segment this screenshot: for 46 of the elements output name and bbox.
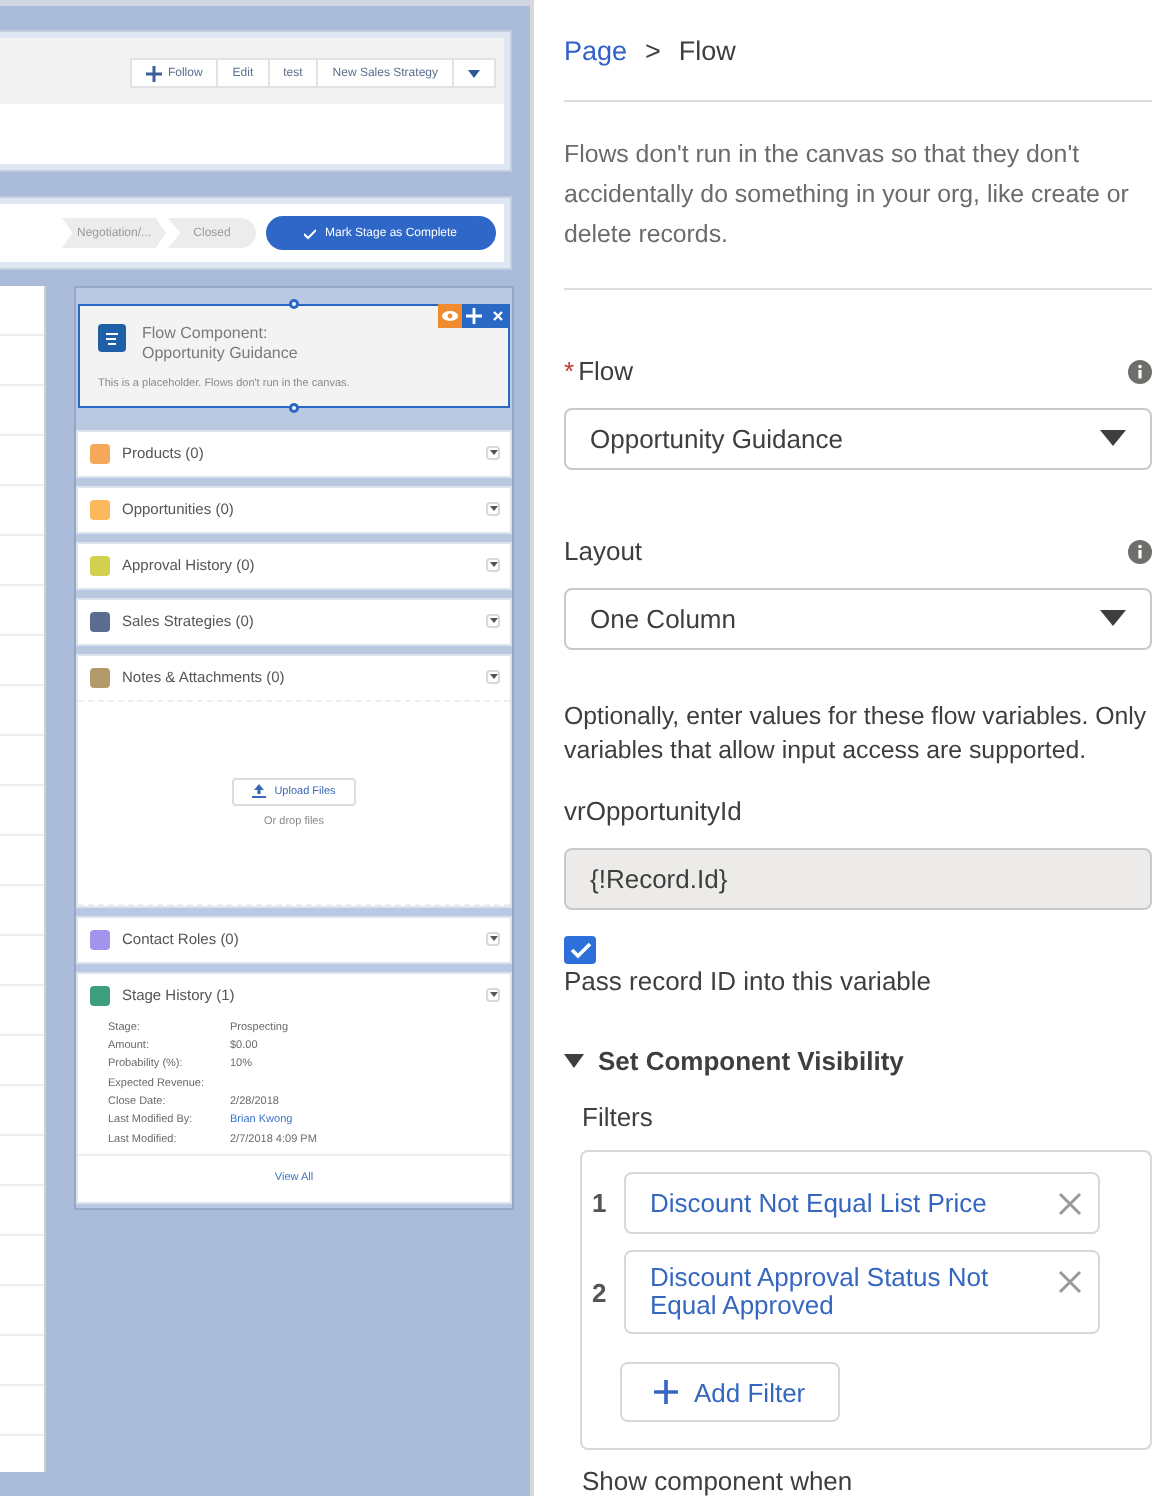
- check-icon: [304, 227, 317, 239]
- remove-icon[interactable]: [1058, 1270, 1082, 1294]
- resize-handle-icon[interactable]: [288, 298, 300, 310]
- hint-text: Optionally, enter values for these flow variables. Only variables that allow input access are supported.: [564, 699, 1149, 768]
- resize-handle-icon[interactable]: [288, 401, 300, 414]
- move-icon[interactable]: [462, 304, 486, 328]
- caret-icon: [564, 1053, 584, 1068]
- field-label: Layout: [564, 536, 643, 567]
- add-filter-button[interactable]: Add Filter: [620, 1362, 840, 1422]
- flow-icon: [98, 324, 126, 352]
- dropdown-button[interactable]: [486, 446, 500, 461]
- dropdown-button[interactable]: [486, 988, 500, 1003]
- filter-number: 2: [592, 1277, 608, 1307]
- checkbox-label: Pass record ID into this variable: [564, 966, 934, 997]
- plus-icon: [145, 65, 162, 81]
- field-label: Filters: [582, 1102, 655, 1132]
- field-label: vrOpportunityId: [564, 795, 744, 826]
- upload-icon: [252, 784, 267, 799]
- field-label: Show component when: [582, 1466, 855, 1496]
- component-title: Flow Component: Opportunity Guidance: [142, 324, 300, 366]
- filter-item[interactable]: Discount Approval Status Not Equal Approved: [624, 1250, 1100, 1334]
- remove-icon[interactable]: [1058, 1192, 1082, 1216]
- dropdown-button[interactable]: [486, 558, 500, 573]
- info-text: Flows don't run in the canvas so that they don't accidentally do something in your org, like create or delete records.: [564, 137, 1131, 252]
- breadcrumb-current: Flow: [678, 36, 736, 67]
- dropdown-button[interactable]: [486, 502, 500, 517]
- dropdown-button[interactable]: [486, 670, 500, 685]
- checkbox[interactable]: [564, 935, 596, 965]
- plus-icon: [654, 1380, 678, 1404]
- info-icon[interactable]: [1128, 359, 1152, 384]
- caret-icon: [468, 69, 480, 77]
- dropdown-button[interactable]: [486, 932, 500, 947]
- filter-number: 1: [592, 1188, 608, 1218]
- info-icon[interactable]: [1128, 539, 1152, 564]
- breadcrumb-link[interactable]: Page: [564, 36, 628, 67]
- menu-button[interactable]: [452, 58, 496, 88]
- field-label: *Flow: [564, 356, 634, 387]
- filter-item[interactable]: Discount Not Equal List Price: [624, 1172, 1100, 1234]
- caret-icon: [1100, 430, 1126, 447]
- select-field[interactable]: One Column: [564, 587, 1152, 650]
- close-icon[interactable]: [486, 304, 510, 328]
- caret-icon: [1100, 610, 1126, 627]
- breadcrumb-separator: >: [645, 36, 661, 67]
- dropdown-button[interactable]: [486, 614, 500, 629]
- section-toggle[interactable]: Set Component Visibility: [564, 1044, 1152, 1076]
- select-field[interactable]: Opportunity Guidance: [564, 407, 1152, 470]
